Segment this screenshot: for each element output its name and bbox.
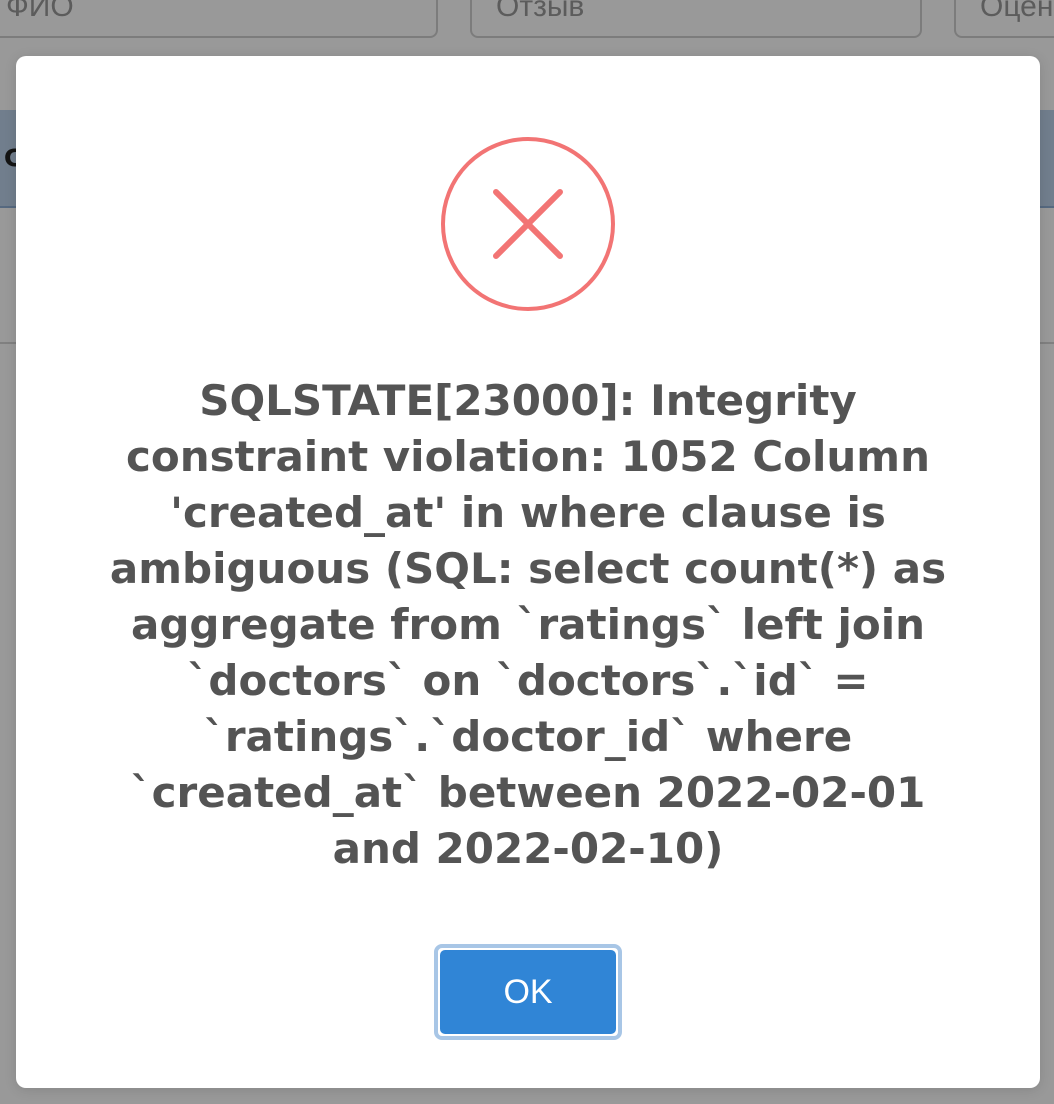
error-dialog: SQLSTATE[23000]: Integrity constraint vi… xyxy=(16,56,1040,1088)
ok-button[interactable]: OK xyxy=(434,944,622,1040)
error-message: SQLSTATE[23000]: Integrity constraint vi… xyxy=(109,376,947,873)
ok-button-label: OK xyxy=(440,950,616,1034)
error-x-icon xyxy=(440,136,616,312)
